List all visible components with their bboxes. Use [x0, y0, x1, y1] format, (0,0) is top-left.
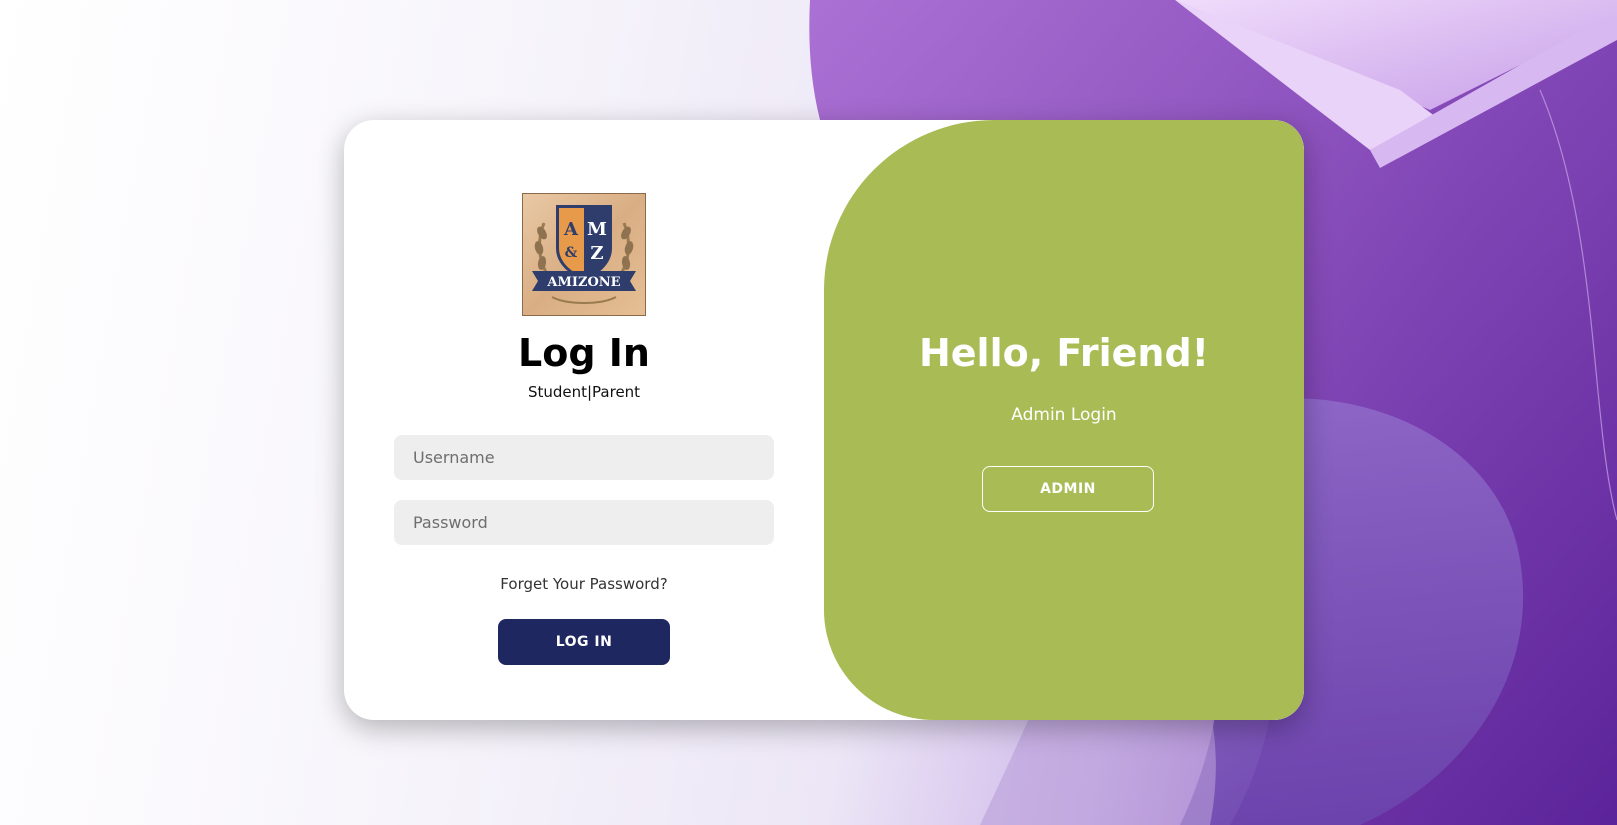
login-pane: A M & Z AMIZONE Log In Student|Parent Fo… [344, 120, 824, 720]
admin-panel: Hello, Friend! Admin Login ADMIN [824, 120, 1304, 720]
admin-login-text: Admin Login [1011, 405, 1117, 425]
page-title: Log In [518, 331, 650, 375]
welcome-heading: Hello, Friend! [918, 331, 1210, 375]
username-input[interactable] [394, 435, 774, 480]
admin-button[interactable]: ADMIN [982, 466, 1154, 512]
svg-text:M: M [587, 219, 607, 240]
svg-text:AMIZONE: AMIZONE [546, 275, 620, 290]
password-input[interactable] [394, 500, 774, 545]
crest-icon: A M & Z AMIZONE [532, 205, 636, 304]
login-card: A M & Z AMIZONE Log In Student|Parent Fo… [344, 120, 1304, 720]
svg-text:&: & [565, 245, 578, 261]
amizone-logo: A M & Z AMIZONE [522, 193, 646, 316]
svg-text:A: A [563, 219, 579, 240]
login-subtitle: Student|Parent [527, 383, 641, 401]
svg-text:Z: Z [590, 243, 603, 264]
login-button[interactable]: LOG IN [498, 619, 670, 665]
forgot-password-link[interactable]: Forget Your Password? [344, 575, 824, 593]
